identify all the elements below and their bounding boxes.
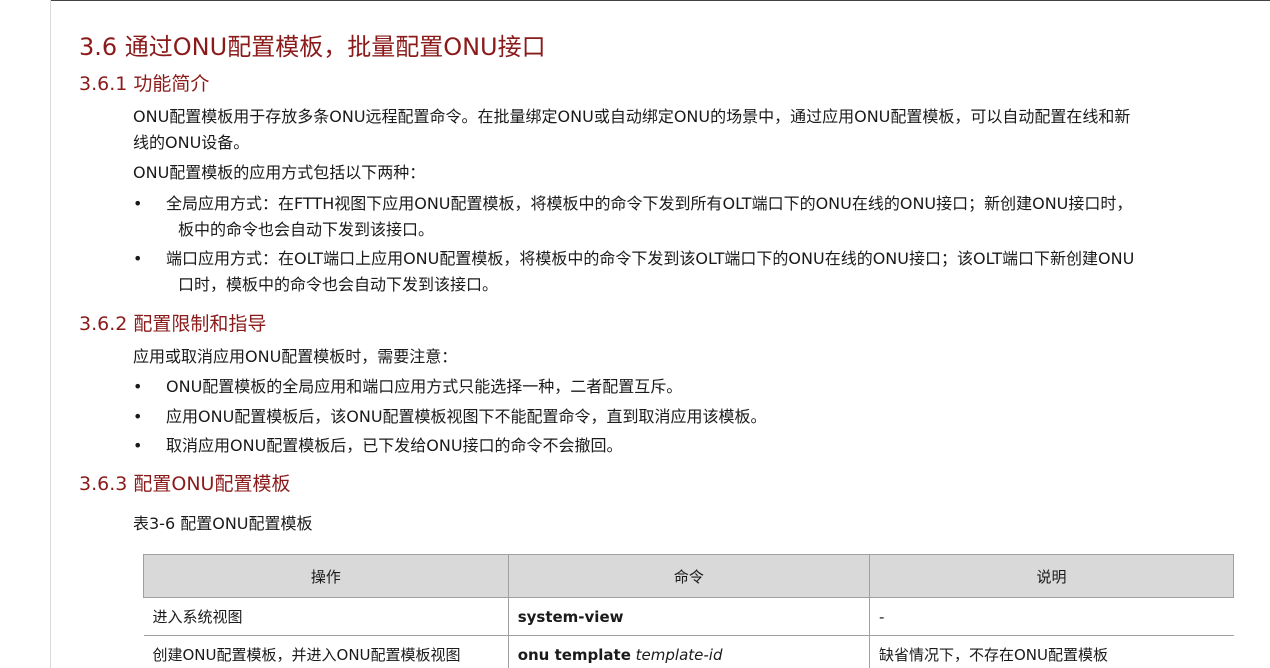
port-apply-line1: 端口应用方式：在OLT端口上应用ONU配置模板，将模板中的命令下发到该OLT端口… <box>166 249 1135 268</box>
header-operation: 操作 <box>143 554 509 598</box>
cell-description: 缺省情况下，不存在ONU配置模板 <box>868 635 1234 668</box>
apply-modes-intro: ONU配置模板的应用方式包括以下两种： <box>133 163 426 182</box>
subsection-heading-intro: 3.6.1 功能简介 <box>79 73 210 95</box>
command-keyword: onu template <box>517 645 631 664</box>
table-caption: 表3-6 配置ONU配置模板 <box>133 514 313 533</box>
global-apply-line1: 全局应用方式：在FTTH视图下应用ONU配置模板，将模板中的命令下发到所有OLT… <box>166 194 1133 213</box>
port-apply-line2: 口时，模板中的命令也会自动下发到该接口。 <box>178 275 499 294</box>
cell-description: - <box>868 597 1234 636</box>
command-argument: template-id <box>635 645 723 664</box>
restriction-item: 取消应用ONU配置模板后，已下发给ONU接口的命令不会撤回。 <box>166 436 623 455</box>
bullet-icon: • <box>133 194 143 213</box>
bullet-icon: • <box>133 377 143 396</box>
intro-paragraph-line2: 线的ONU设备。 <box>133 133 250 152</box>
cell-command: onu template template-id <box>507 635 870 668</box>
cell-operation: 创建ONU配置模板，并进入ONU配置模板视图 <box>152 646 461 664</box>
intro-paragraph-line1: ONU配置模板用于存放多条ONU远程配置命令。在批量绑定ONU或自动绑定ONU的… <box>133 107 1131 126</box>
header-description: 说明 <box>868 554 1235 598</box>
bullet-icon: • <box>133 407 143 426</box>
table-row: 创建ONU配置模板，并进入ONU配置模板视图 onu template temp… <box>144 635 1234 668</box>
subsection-heading-restrictions: 3.6.2 配置限制和指导 <box>79 313 267 335</box>
header-command: 命令 <box>507 554 870 598</box>
table-row: 进入系统视图 system-view - <box>143 597 1234 636</box>
command-keyword: system-view <box>517 607 624 626</box>
table-header-row: 操作 命令 说明 <box>143 554 1235 598</box>
cell-command: system-view <box>507 597 870 636</box>
restrictions-intro: 应用或取消应用ONU配置模板时，需要注意： <box>133 347 458 366</box>
global-apply-line2: 板中的命令也会自动下发到该接口。 <box>178 220 435 239</box>
section-heading: 3.6 通过ONU配置模板，批量配置ONU接口 <box>79 33 546 61</box>
config-command-table: 操作 命令 说明 进入系统视图 system-view - 创建ONU配置模板，… <box>143 554 1235 668</box>
bullet-icon: • <box>133 436 143 455</box>
bullet-icon: • <box>133 249 143 268</box>
document-page: 3.6 通过ONU配置模板，批量配置ONU接口 3.6.1 功能简介 ONU配置… <box>0 0 1270 668</box>
cell-operation: 进入系统视图 <box>143 597 509 636</box>
subsection-heading-configure: 3.6.3 配置ONU配置模板 <box>79 473 291 495</box>
restriction-item: ONU配置模板的全局应用和端口应用方式只能选择一种，二者配置互斥。 <box>166 377 683 396</box>
restriction-item: 应用ONU配置模板后，该ONU配置模板视图下不能配置命令，直到取消应用该模板。 <box>166 407 767 426</box>
